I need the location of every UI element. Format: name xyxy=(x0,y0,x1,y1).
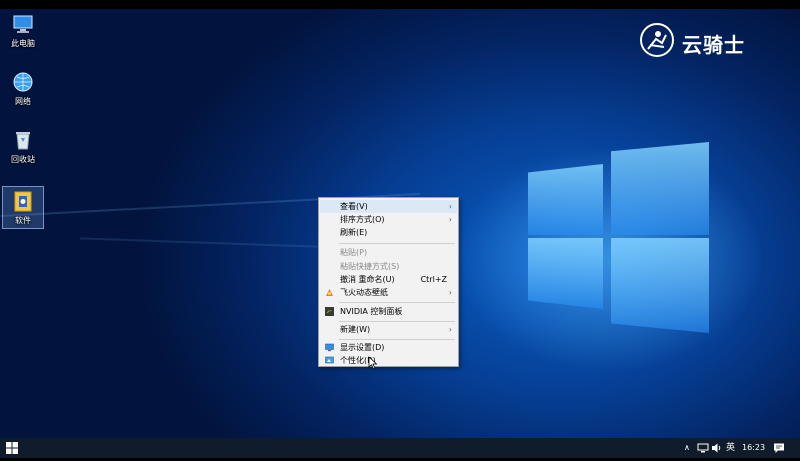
menu-item-paste: 粘贴(P) xyxy=(320,246,457,259)
windows-logo-pane-top-left xyxy=(528,164,603,235)
menu-separator xyxy=(339,243,455,244)
brand-name: 云骑士 xyxy=(682,33,745,57)
desktop-icon-this-pc[interactable]: 此电脑 xyxy=(3,13,43,49)
show-hidden-icons-chevron[interactable]: ∧ xyxy=(684,438,690,458)
knight-logo-icon xyxy=(640,23,674,57)
desktop-icon-network[interactable]: 网络 xyxy=(3,71,43,107)
menu-item-label: 显示设置(D) xyxy=(340,343,385,352)
menu-item-label: 飞火动态壁纸 xyxy=(340,288,388,297)
menu-item-nvidia-control-panel[interactable]: NVIDIA 控制面板 xyxy=(320,305,457,318)
desktop-icon-label: 网络 xyxy=(15,97,31,106)
menu-item-paste-shortcut: 粘贴快捷方式(S) xyxy=(320,260,457,273)
personalize-icon xyxy=(325,356,334,365)
windows-logo-pane-bottom-right xyxy=(611,238,709,333)
nvidia-icon xyxy=(325,307,334,316)
taskbar: ∧ 英 16:23 xyxy=(0,438,800,458)
menu-item-display-settings[interactable]: 显示设置(D) xyxy=(320,341,457,354)
menu-item-label: 粘贴快捷方式(S) xyxy=(340,262,400,271)
desktop-icon-label: 此电脑 xyxy=(11,39,35,48)
desktop-icon-software[interactable]: 软件 xyxy=(2,186,44,229)
desktop-icon-recycle-bin[interactable]: 回收站 xyxy=(3,129,43,165)
submenu-arrow-icon: › xyxy=(448,202,452,211)
menu-item-label: NVIDIA 控制面板 xyxy=(340,307,403,316)
software-folder-icon xyxy=(12,190,34,212)
menu-item-label: 撤消 重命名(U) xyxy=(340,275,395,284)
brand-logo: 云骑士 xyxy=(640,23,780,61)
windows-logo-pane-bottom-left xyxy=(528,238,603,309)
submenu-arrow-icon: › xyxy=(448,325,452,334)
menu-separator xyxy=(339,339,455,340)
network-globe-icon xyxy=(12,71,34,93)
network-status-icon[interactable] xyxy=(697,442,709,454)
mouse-cursor-icon xyxy=(368,356,378,370)
screen-letterbox-top xyxy=(0,0,800,9)
menu-item-label: 排序方式(O) xyxy=(340,215,385,224)
windows-start-icon xyxy=(6,442,18,454)
menu-item-new[interactable]: 新建(W) › xyxy=(320,323,457,336)
menu-item-view[interactable]: 查看(V) › xyxy=(320,200,457,213)
menu-item-label: 粘贴(P) xyxy=(340,248,368,257)
windows-logo-pane-top-right xyxy=(611,142,709,235)
start-button[interactable] xyxy=(0,438,24,458)
recycle-bin-icon xyxy=(12,129,34,151)
menu-item-label: 查看(V) xyxy=(340,202,368,211)
desktop-icon-label: 软件 xyxy=(15,216,31,225)
menu-item-label: 新建(W) xyxy=(340,325,371,334)
desktop-context-menu: 查看(V) › 排序方式(O) › 刷新(E) 粘贴(P) 粘贴快捷方式(S) … xyxy=(318,197,459,367)
menu-item-undo-rename[interactable]: 撤消 重命名(U) Ctrl+Z xyxy=(320,273,457,286)
menu-item-refresh[interactable]: 刷新(E) xyxy=(320,226,457,239)
volume-icon[interactable] xyxy=(711,442,723,454)
computer-icon xyxy=(12,13,34,35)
menu-separator xyxy=(339,321,455,322)
menu-item-sort-by[interactable]: 排序方式(O) › xyxy=(320,213,457,226)
submenu-arrow-icon: › xyxy=(448,288,452,297)
menu-item-label: 刷新(E) xyxy=(340,228,368,237)
display-icon xyxy=(325,343,334,352)
wallpaper-app-icon xyxy=(325,288,334,297)
menu-item-wallpaper-app[interactable]: 飞火动态壁纸 › xyxy=(320,286,457,299)
desktop-icon-label: 回收站 xyxy=(11,155,35,164)
submenu-arrow-icon: › xyxy=(448,215,452,224)
menu-item-personalize[interactable]: 个性化(R) xyxy=(320,354,457,367)
action-center-icon[interactable] xyxy=(773,442,785,454)
menu-item-shortcut: Ctrl+Z xyxy=(420,275,447,284)
desktop[interactable]: 云骑士 此电脑 网络 回收站 软件 查看(V) › 排序方式(O) › 刷新(E… xyxy=(0,9,800,438)
clock-time[interactable]: 16:23 xyxy=(742,438,765,458)
input-method-indicator[interactable]: 英 xyxy=(726,438,735,458)
menu-separator xyxy=(339,302,455,303)
